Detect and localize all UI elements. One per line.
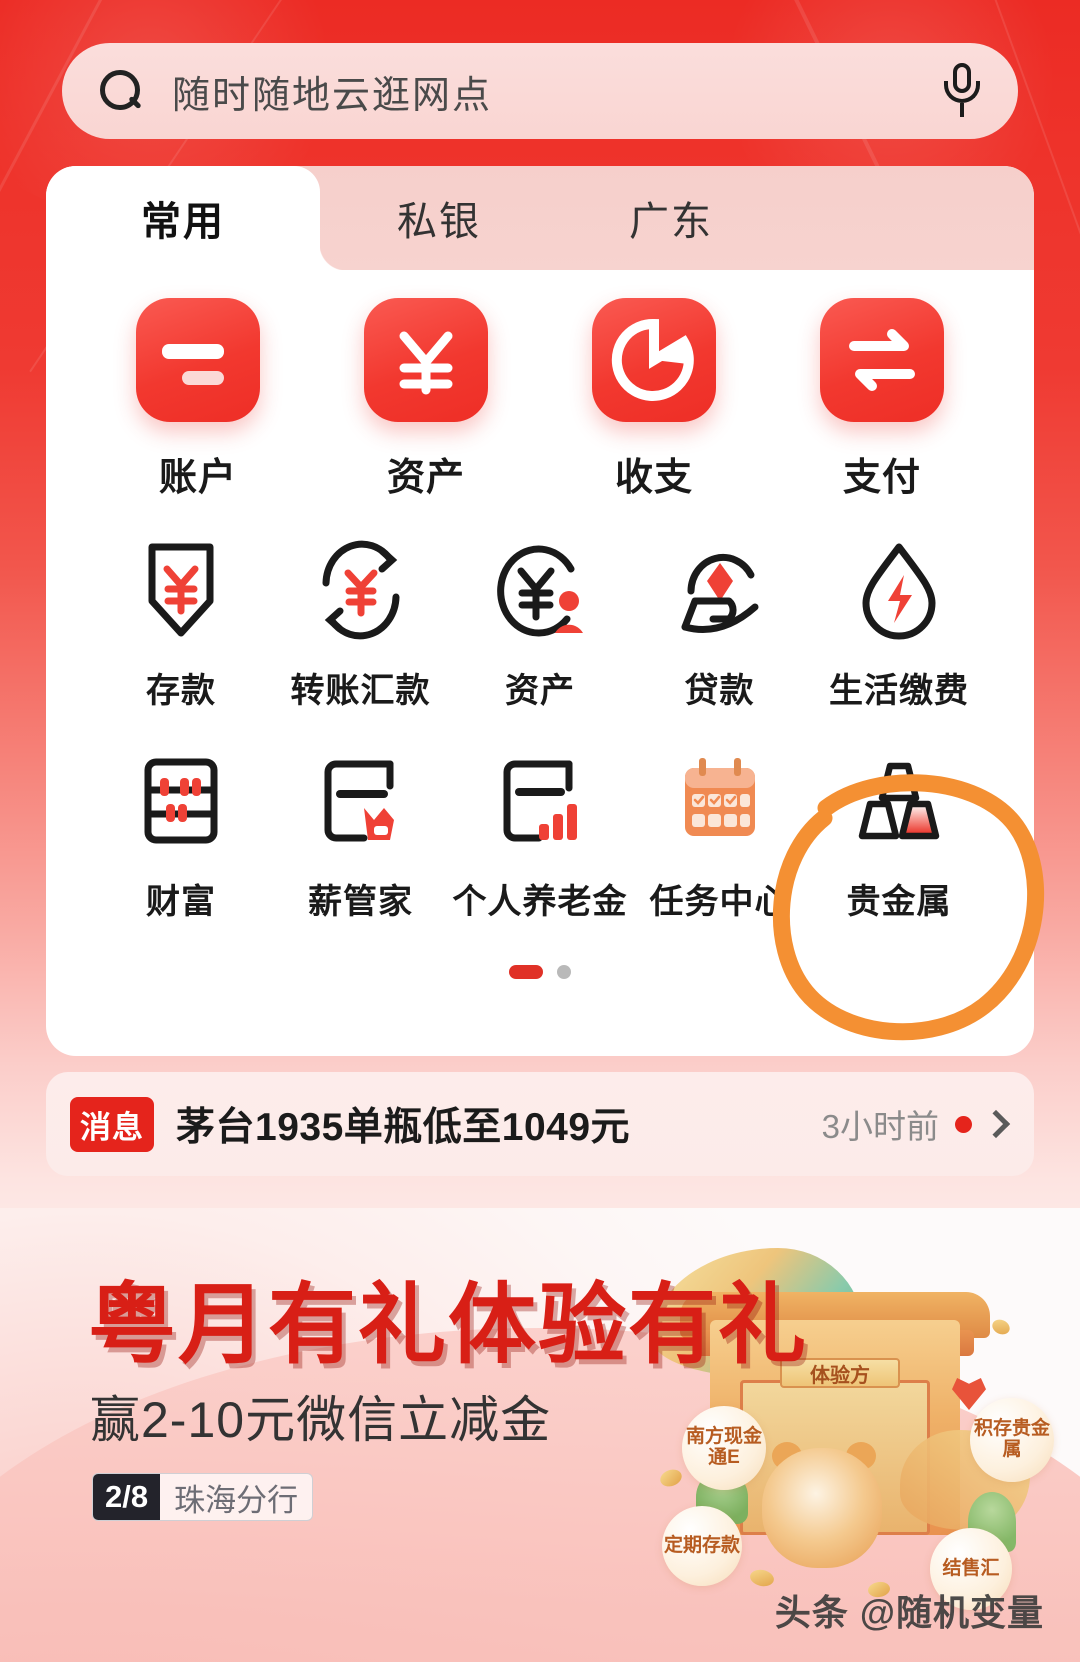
news-text: 茅台1935单瓶低至1049元 — [176, 1106, 631, 1149]
service-precious-metals[interactable]: 贵金属 — [810, 746, 988, 923]
tab-guangdong[interactable]: 广东 — [566, 166, 776, 270]
promo-branch-name: 珠海分行 — [174, 1482, 299, 1518]
services-row-1: 存款 转账汇款 资产 贷款 生活缴费 — [46, 501, 1034, 712]
service-label: 个人养老金 — [452, 883, 628, 921]
services-grid: 账户 资产 收支 支付 存款 转账汇款 资产 贷款 生活缴费 财富 薪管家 个人… — [46, 270, 1034, 979]
search-bar[interactable]: 随时随地云逛网点 — [62, 43, 1018, 139]
service-label: 财富 — [146, 883, 216, 921]
promo-bubble: 定期存款 — [662, 1506, 742, 1586]
yen-circle-person-icon — [481, 535, 599, 645]
news-time: 3小时前 — [821, 1108, 939, 1145]
service-label: 贵金属 — [846, 883, 952, 921]
card-bars-icon — [481, 746, 599, 856]
card-crown-icon — [302, 746, 420, 856]
service-pension[interactable]: 个人养老金 — [451, 746, 629, 923]
service-label: 薪管家 — [308, 883, 413, 921]
search-icon — [98, 68, 144, 114]
promo-title: 粤月有礼体验有礼 — [88, 1275, 809, 1374]
gold-bars-icon — [840, 746, 958, 856]
service-label: 资产 — [505, 672, 575, 710]
service-label: 生活缴费 — [829, 672, 969, 710]
tab-label: 私银 — [397, 200, 481, 244]
watermark: 头条 @随机变量 — [774, 1592, 1044, 1633]
service-wealth[interactable]: 财富 — [92, 746, 270, 923]
service-assets[interactable]: 资产 — [451, 535, 629, 712]
hand-diamond-icon — [661, 535, 779, 645]
deposit-down-arrow-yen-icon — [122, 535, 240, 645]
search-input[interactable]: 随时随地云逛网点 — [172, 64, 940, 119]
quick-action-label: 支付 — [842, 457, 921, 499]
service-label: 任务中心 — [649, 883, 790, 921]
service-deposit[interactable]: 存款 — [92, 535, 270, 712]
page-dot[interactable] — [557, 965, 571, 979]
quick-action-payment[interactable]: 支付 — [792, 298, 972, 501]
page-dot-active[interactable] — [509, 965, 543, 979]
quick-action-assets[interactable]: 资产 — [336, 298, 516, 501]
quick-action-label: 收支 — [614, 457, 693, 499]
abacus-icon — [122, 746, 240, 856]
circular-arrows-yen-icon — [302, 535, 420, 645]
microphone-icon[interactable] — [940, 63, 984, 119]
service-task-center[interactable]: 任务中心 — [631, 746, 809, 923]
promo-bubble: 积存贵金属 — [970, 1398, 1054, 1482]
tab-siyin[interactable]: 私银 — [334, 166, 544, 270]
tab-label: 常用 — [141, 200, 225, 244]
chevron-right-icon[interactable] — [981, 1109, 1011, 1139]
quick-action-income-expense[interactable]: 收支 — [564, 298, 744, 501]
promo-pager-tag[interactable]: 2/8 珠海分行 — [92, 1473, 314, 1521]
service-payroll[interactable]: 薪管家 — [272, 746, 450, 923]
quick-action-label: 资产 — [386, 457, 465, 499]
promo-subtitle: 赢2-10元微信立减金 — [90, 1392, 552, 1448]
quick-access-card: 常用 私银 广东 账户 资产 收支 支付 存款 转账汇款 资产 贷款 生活缴费 … — [46, 166, 1034, 1056]
quick-actions-row: 账户 资产 收支 支付 — [46, 282, 1034, 501]
promo-bubble: 南方现金通E — [682, 1406, 766, 1490]
page-indicator[interactable] — [46, 965, 1034, 979]
tab-changyong[interactable]: 常用 — [46, 166, 320, 270]
news-badge: 消息 — [70, 1096, 154, 1152]
tab-label: 广东 — [629, 200, 713, 244]
services-row-2: 财富 薪管家 个人养老金 任务中心 贵金属 — [46, 712, 1034, 923]
service-label: 贷款 — [684, 672, 755, 710]
quick-action-account[interactable]: 账户 — [108, 298, 288, 501]
yen-icon — [364, 298, 488, 422]
promo-page-number: 2/8 — [93, 1474, 161, 1520]
transfer-arrows-icon — [820, 298, 944, 422]
service-utilities[interactable]: 生活缴费 — [810, 535, 988, 712]
news-banner[interactable]: 消息 茅台1935单瓶低至1049元 3小时前 — [46, 1072, 1034, 1176]
card-lines-icon — [136, 298, 260, 422]
calendar-check-icon — [661, 746, 779, 856]
pie-chart-icon — [592, 298, 716, 422]
quick-action-label: 账户 — [158, 457, 237, 499]
service-label: 转账汇款 — [290, 672, 431, 710]
service-label: 存款 — [146, 672, 216, 710]
service-loan[interactable]: 贷款 — [631, 535, 809, 712]
service-transfer[interactable]: 转账汇款 — [272, 535, 450, 712]
unread-dot-icon — [955, 1115, 972, 1133]
tab-bar: 常用 私银 广东 — [46, 166, 1034, 270]
droplet-lightning-icon — [840, 535, 958, 645]
